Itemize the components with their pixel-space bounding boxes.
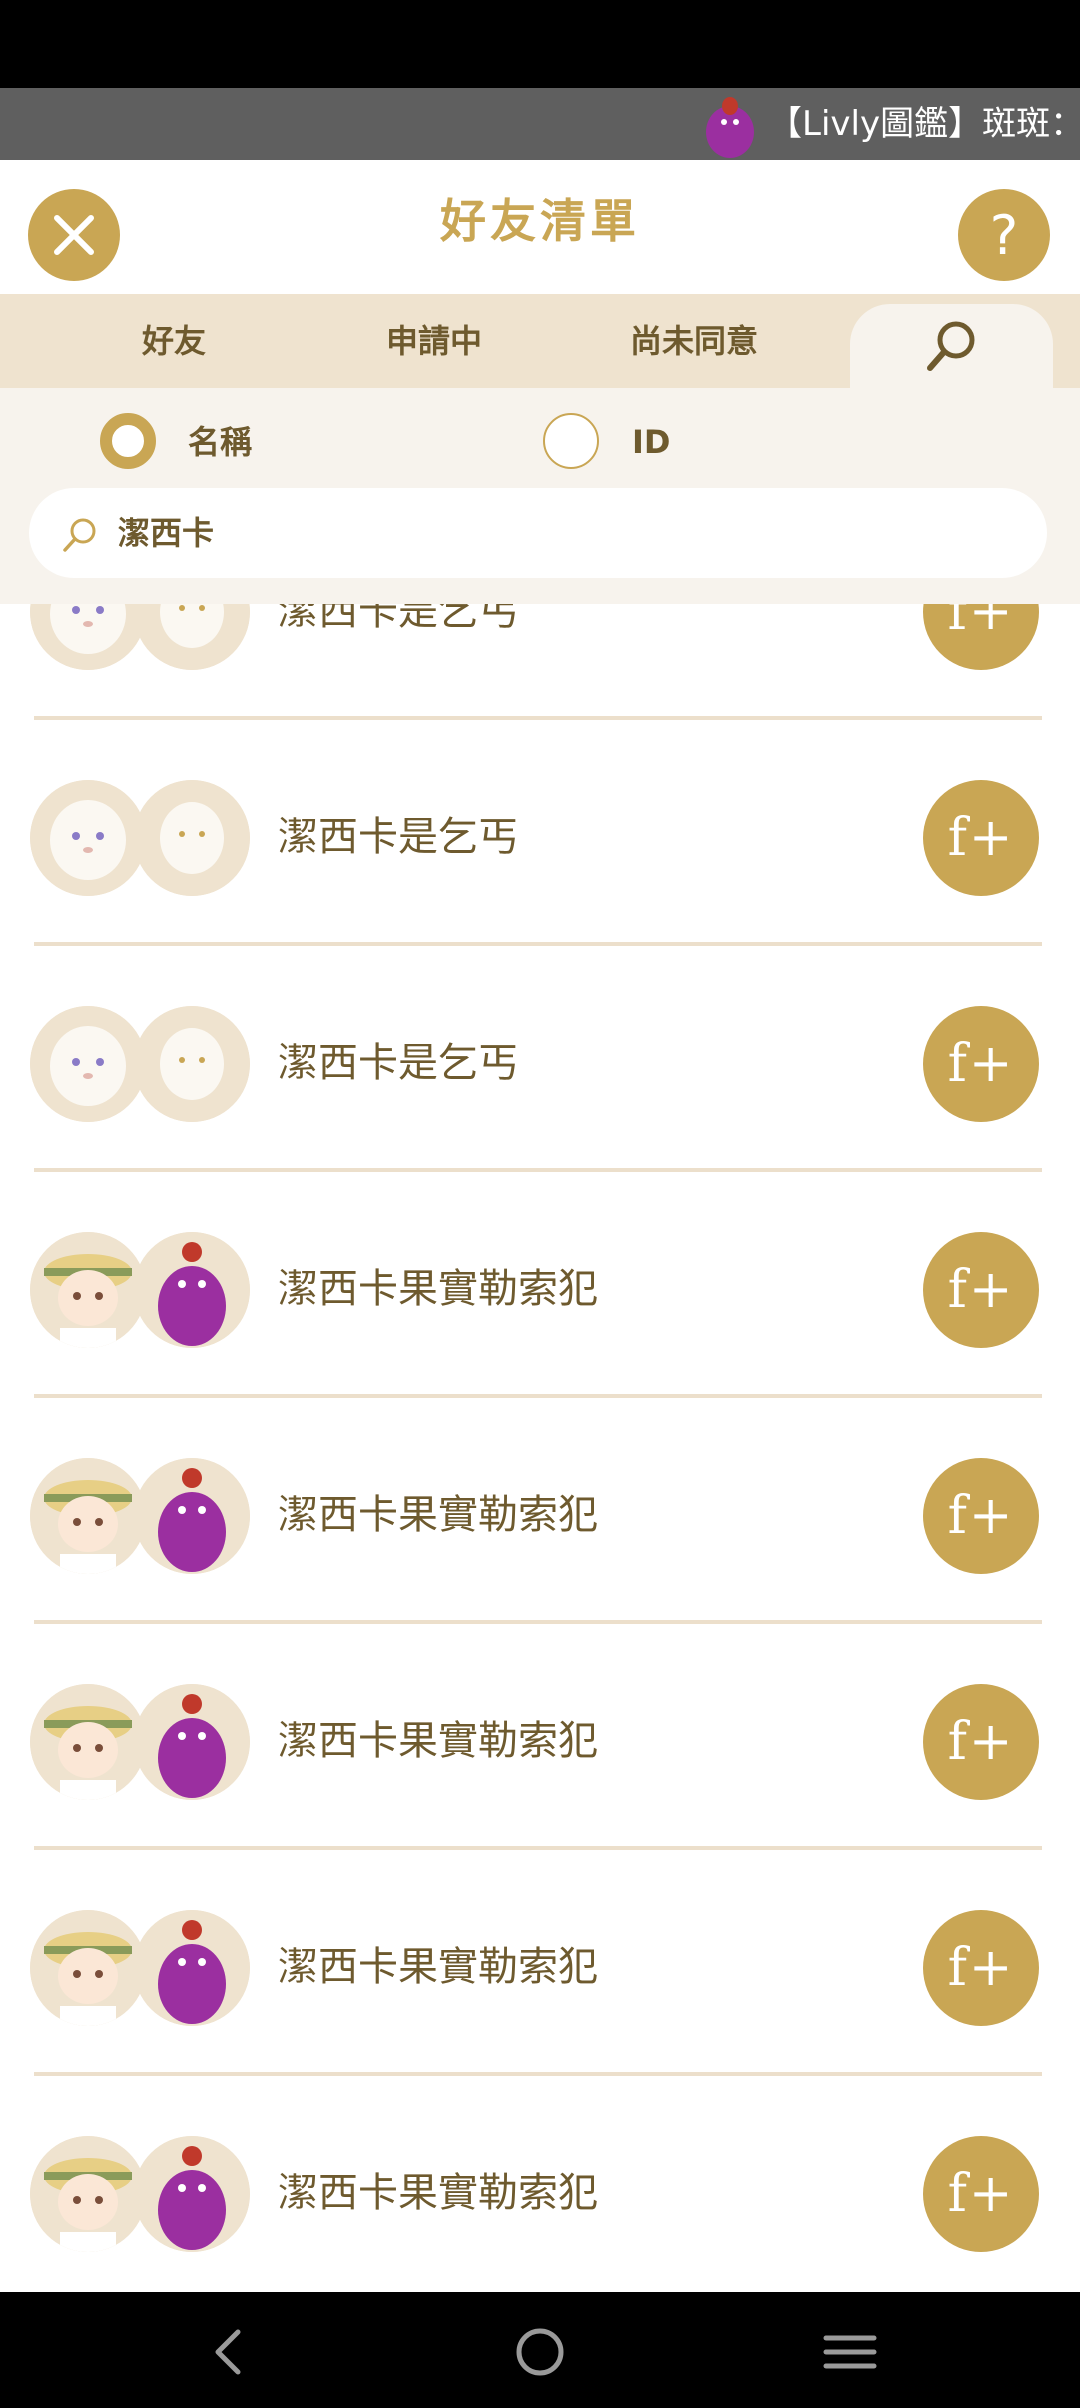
home-icon[interactable]	[510, 2324, 570, 2380]
list-item-name: 潔西卡果實勒索犯	[278, 1718, 598, 1764]
back-icon[interactable]	[200, 2324, 260, 2380]
list-item[interactable]: 潔西卡果實勒索犯 f+	[0, 1400, 1080, 1626]
radio-name[interactable]	[100, 413, 156, 469]
radio-name-label: 名稱	[188, 423, 253, 461]
help-icon: ?	[989, 203, 1019, 267]
pet-avatar	[134, 1458, 250, 1574]
add-friend-icon: f+	[947, 1712, 1015, 1772]
add-friend-button[interactable]: f+	[923, 780, 1039, 896]
page-title: 好友清單	[440, 194, 640, 248]
list-item[interactable]: 潔西卡果實勒索犯 f+	[0, 2078, 1080, 2292]
row-divider	[34, 716, 1042, 720]
add-friend-button[interactable]: f+	[923, 1232, 1039, 1348]
add-friend-button[interactable]: f+	[923, 1458, 1039, 1574]
pet-avatar	[134, 1910, 250, 2026]
pet-avatar	[134, 780, 250, 896]
result-list[interactable]: 潔西卡是乞丐 f+ 潔西卡是乞丐 f+ 潔西卡是乞丐 f+ 潔西卡果實勒索犯 f+ 潔西卡果實勒…	[0, 604, 1080, 2292]
row-divider	[34, 1394, 1042, 1398]
recent-apps-icon[interactable]	[820, 2324, 880, 2380]
tab-not-accepted[interactable]: 尚未同意	[564, 294, 824, 388]
row-divider	[34, 1620, 1042, 1624]
help-button[interactable]: ?	[958, 189, 1050, 281]
add-friend-button[interactable]: f+	[923, 2136, 1039, 2252]
add-friend-icon: f+	[947, 1260, 1015, 1320]
row-divider	[34, 2072, 1042, 2076]
add-friend-icon: f+	[947, 1938, 1015, 1998]
list-item[interactable]: 潔西卡是乞丐 f+	[0, 948, 1080, 1174]
pet-avatar	[134, 604, 250, 670]
row-divider	[34, 942, 1042, 946]
add-friend-button[interactable]: f+	[923, 1910, 1039, 2026]
status-bar	[0, 0, 1080, 88]
list-item-name: 潔西卡是乞丐	[278, 1040, 518, 1086]
pet-avatar	[134, 2136, 250, 2252]
tab-search[interactable]	[850, 304, 1053, 388]
pet-avatar	[134, 1006, 250, 1122]
avatar	[30, 1910, 146, 2026]
marquee-text: 【Livly圖鑑】斑斑：	[768, 104, 1080, 144]
radio-id-label: ID	[632, 423, 671, 461]
add-friend-icon: f+	[947, 2164, 1015, 2224]
list-item-name: 潔西卡是乞丐	[278, 604, 518, 634]
list-item-name: 潔西卡是乞丐	[278, 814, 518, 860]
avatar	[30, 1232, 146, 1348]
avatar	[30, 780, 146, 896]
search-input-value: 潔西卡	[118, 514, 215, 552]
pet-avatar	[134, 1232, 250, 1348]
avatar	[30, 1684, 146, 1800]
list-item[interactable]: 潔西卡果實勒索犯 f+	[0, 1626, 1080, 1852]
list-item-name: 潔西卡果實勒索犯	[278, 2170, 598, 2216]
list-item-name: 潔西卡果實勒索犯	[278, 1944, 598, 1990]
search-icon	[926, 321, 974, 371]
add-friend-icon: f+	[947, 604, 1015, 642]
list-item-name: 潔西卡果實勒索犯	[278, 1492, 598, 1538]
add-friend-icon: f+	[947, 1034, 1015, 1094]
add-friend-button[interactable]: f+	[923, 1006, 1039, 1122]
list-item[interactable]: 潔西卡果實勒索犯 f+	[0, 1852, 1080, 2078]
tab-pending[interactable]: 申請中	[304, 294, 564, 388]
add-friend-button[interactable]: f+	[923, 1684, 1039, 1800]
row-divider	[34, 1168, 1042, 1172]
tab-friends[interactable]: 好友	[44, 294, 304, 388]
announcement-marquee[interactable]: 【Livly圖鑑】斑斑：	[0, 88, 1080, 160]
list-item[interactable]: 潔西卡是乞丐 f+	[0, 604, 1080, 722]
list-item[interactable]: 潔西卡果實勒索犯 f+	[0, 1174, 1080, 1400]
list-item[interactable]: 潔西卡是乞丐 f+	[0, 722, 1080, 948]
list-item-name: 潔西卡果實勒索犯	[278, 1266, 598, 1312]
purple-monster-icon	[706, 97, 754, 158]
add-friend-icon: f+	[947, 1486, 1015, 1546]
avatar	[30, 2136, 146, 2252]
avatar	[30, 604, 146, 670]
avatar	[30, 1006, 146, 1122]
add-friend-icon: f+	[947, 808, 1015, 868]
search-field-icon	[63, 518, 96, 552]
add-friend-button[interactable]: f+	[923, 604, 1039, 670]
pet-avatar	[134, 1684, 250, 1800]
avatar	[30, 1458, 146, 1574]
radio-id[interactable]	[543, 413, 599, 469]
row-divider	[34, 1846, 1042, 1850]
